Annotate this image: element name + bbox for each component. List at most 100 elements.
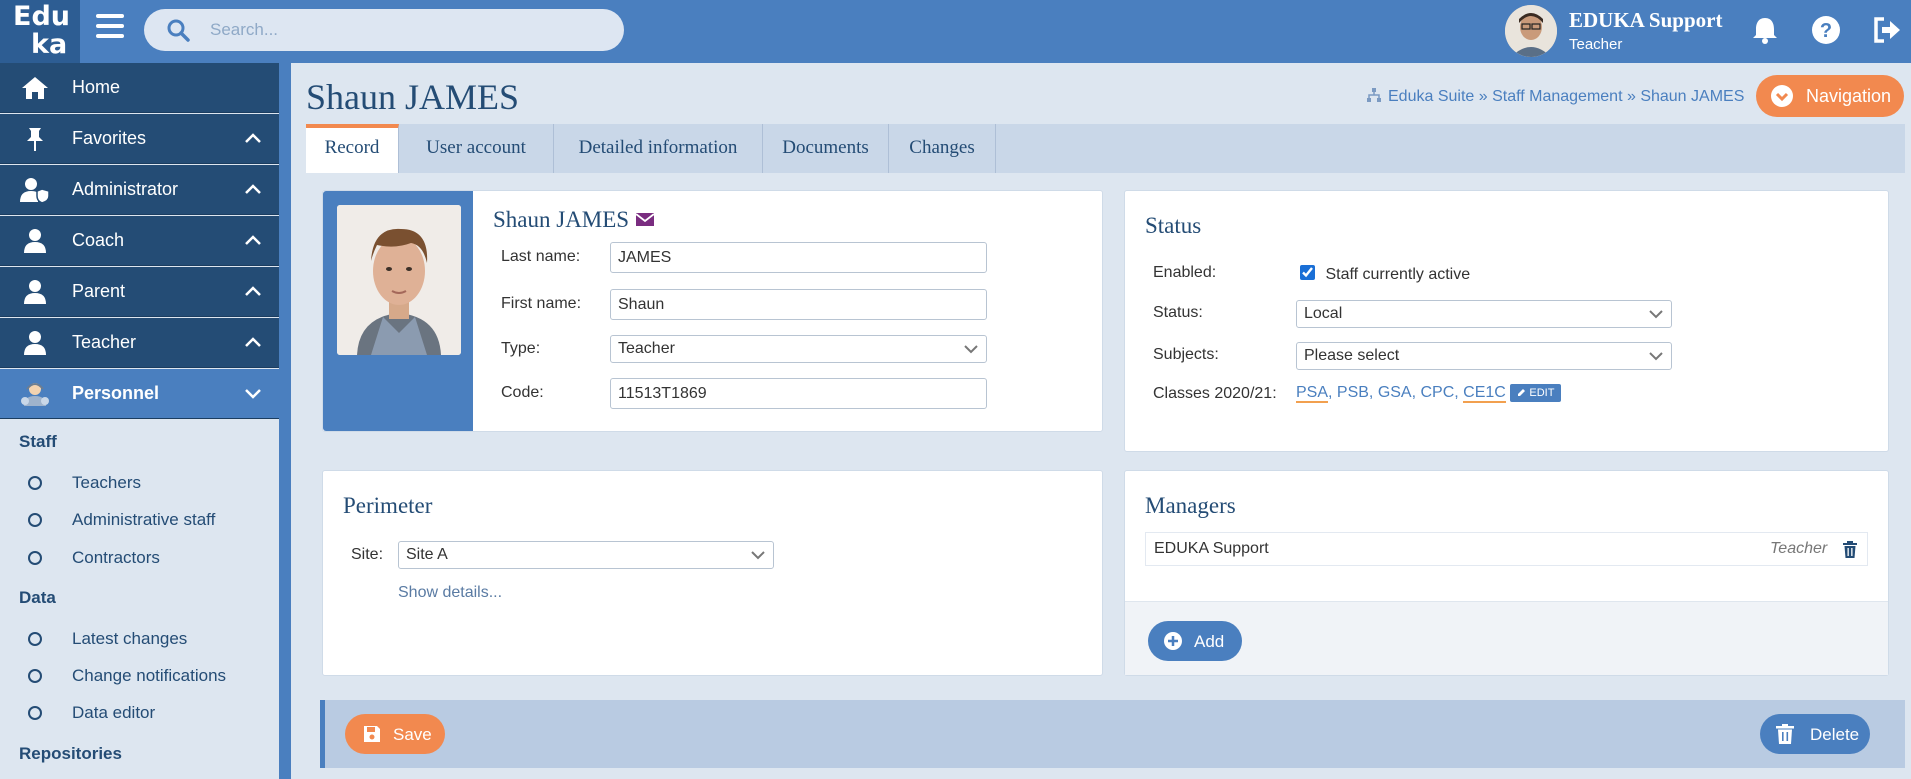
manager-row: EDUKA Support Teacher [1145,532,1868,566]
code-field[interactable] [610,378,987,409]
circle-icon [28,551,42,565]
sidebar-group-repositories[interactable]: Repositories [19,744,122,764]
status-select[interactable]: Local [1296,300,1672,328]
bell-icon[interactable] [1748,13,1782,47]
last-name-label: Last name: [501,248,581,265]
menu-icon[interactable] [96,14,124,42]
status-label: Status: [1153,304,1203,321]
action-bar: Save Delete [320,700,1905,768]
perimeter-title: Perimeter [343,493,433,518]
sidebar-item-favorites[interactable]: Favorites [0,114,279,164]
circle-icon [28,669,42,683]
type-label: Type: [501,340,541,357]
manager-name: EDUKA Support [1154,540,1269,557]
envelope-icon[interactable] [635,212,655,227]
tab-documents[interactable]: Documents [763,124,889,173]
sidebar-item-administrative-staff[interactable]: Administrative staff [0,502,279,538]
sidebar-item-latest-changes[interactable]: Latest changes [0,621,279,657]
managers-card: Managers EDUKA Support Teacher Add [1124,470,1889,676]
site-select[interactable]: Site A [398,541,774,569]
sidebar-item-teacher[interactable]: Teacher [0,318,279,368]
circle-icon [28,476,42,490]
eduka-logo[interactable]: Edu ka [0,0,80,63]
classes-label: Classes 2020/21: [1153,385,1277,402]
chevron-up-icon[interactable] [244,131,262,145]
perimeter-card: Perimeter Site: Site A Show details... [322,470,1103,676]
logout-icon[interactable] [1870,13,1904,47]
navigation-button[interactable]: Navigation [1756,75,1904,117]
first-name-field[interactable] [610,289,987,320]
sidebar-item-contractors[interactable]: Contractors [0,540,279,576]
site-label: Site: [351,546,384,563]
svg-text:?: ? [1820,20,1832,42]
search-icon[interactable] [166,18,190,42]
staff-active-checkbox[interactable] [1300,265,1315,280]
add-manager-button[interactable]: Add [1148,621,1242,661]
chevron-down-icon [1649,310,1663,319]
user-name[interactable]: EDUKA Support [1569,8,1722,33]
subjects-label: Subjects: [1153,346,1219,363]
circle-icon [28,632,42,646]
breadcrumb[interactable]: Eduka Suite » Staff Management » Shaun J… [1366,87,1744,106]
plus-circle-icon [1164,632,1182,650]
tab-changes[interactable]: Changes [889,124,996,173]
sidebar-item-change-notifications[interactable]: Change notifications [0,658,279,694]
class-link-psb[interactable]: PSB [1337,384,1369,401]
managers-title: Managers [1145,493,1236,518]
manager-role: Teacher [1770,540,1828,557]
sidebar-item-parent[interactable]: Parent [0,267,279,317]
user-role: Teacher [1569,36,1623,53]
sidebar-item-coach[interactable]: Coach [0,216,279,266]
class-link-psa[interactable]: PSA [1296,384,1329,403]
circle-icon [28,513,42,527]
chevron-down-icon [751,551,765,560]
show-details-link[interactable]: Show details... [398,584,502,602]
enabled-field: Staff currently active [1300,265,1470,284]
trash-icon [1776,724,1794,744]
classes-list: PSA, PSB, GSA, CPC, CE1C EDIT [1296,384,1562,403]
user-icon [24,331,46,355]
sidebar-item-teachers[interactable]: Teachers [0,465,279,501]
chevron-up-icon[interactable] [244,182,262,196]
type-select[interactable]: Teacher [610,335,987,363]
class-link-gsa[interactable]: GSA [1378,384,1412,401]
status-title: Status [1145,213,1202,238]
last-name-field[interactable] [610,242,987,273]
class-link-cpc[interactable]: CPC [1421,384,1455,401]
delete-button[interactable]: Delete [1760,714,1870,754]
sitemap-icon [1367,88,1381,102]
chevron-up-icon[interactable] [244,284,262,298]
tab-record[interactable]: Record [306,124,399,173]
edit-classes-button[interactable]: EDIT [1510,384,1562,402]
managers-footer: Add [1125,601,1888,675]
chevron-up-icon[interactable] [244,335,262,349]
sidebar-item-administrator[interactable]: Administrator [0,165,279,215]
sidebar-item-personnel[interactable]: Personnel [0,369,279,419]
chevron-down-icon [1649,352,1663,361]
chevron-up-icon[interactable] [244,233,262,247]
tab-user-account[interactable]: User account [399,124,554,173]
tab-detailed-information[interactable]: Detailed information [554,124,763,173]
first-name-label: First name: [501,295,582,312]
help-icon[interactable]: ? [1809,13,1843,47]
subjects-select[interactable]: Please select [1296,342,1672,370]
user-icon [24,280,46,304]
sidebar-group-staff: Staff [19,432,57,451]
class-link-ce1c[interactable]: CE1C [1463,384,1506,403]
user-avatar[interactable] [1505,5,1557,57]
floppy-disk-icon [364,726,380,742]
search-input[interactable] [210,13,610,47]
personnel-icon [21,383,49,406]
sidebar-item-home[interactable]: Home [0,63,279,113]
trash-icon[interactable] [1843,541,1857,558]
save-button[interactable]: Save [345,714,445,754]
tab-bar: Record User account Detailed information… [306,124,1905,173]
sidebar-item-data-editor[interactable]: Data editor [0,695,279,731]
staff-photo[interactable] [337,205,461,355]
photo-column [323,191,473,431]
sidebar-divider [279,63,291,779]
pin-icon [27,128,43,151]
chevron-down-icon[interactable] [244,386,262,400]
sidebar-group-data: Data [19,588,56,607]
top-bar: Edu ka EDUKA Support Teacher ? [0,0,1911,63]
